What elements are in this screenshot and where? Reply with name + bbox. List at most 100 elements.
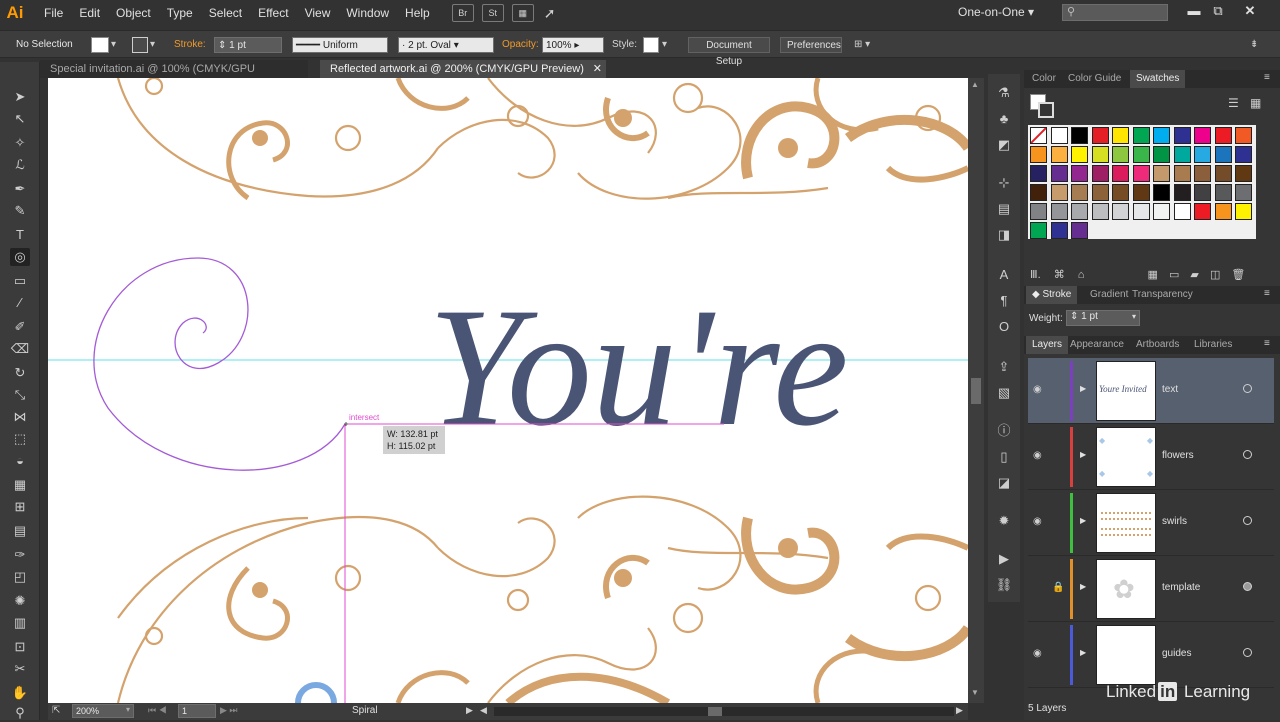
tab-color-guide[interactable]: Color Guide	[1062, 70, 1127, 88]
arrange-icon[interactable]: ⊞ ▾	[854, 37, 870, 53]
target-icon[interactable]	[1243, 450, 1252, 459]
menu-select[interactable]: Select	[201, 0, 250, 26]
menu-edit[interactable]: Edit	[71, 0, 108, 26]
opacity-label[interactable]: Opacity:	[502, 37, 539, 53]
color-swatch[interactable]	[1194, 127, 1211, 144]
graphic-style-swatch[interactable]	[643, 37, 659, 53]
color-swatch[interactable]	[1112, 203, 1129, 220]
expand-icon[interactable]: ▶	[1080, 384, 1086, 393]
brush-definition[interactable]: · 2 pt. Oval ▾	[398, 37, 494, 53]
opentype-icon[interactable]: O	[994, 318, 1014, 336]
swatch-groups-icon[interactable]: ▭	[1169, 269, 1179, 281]
chevron-down-icon[interactable]: ▾	[150, 37, 155, 53]
status-menu-icon[interactable]: ▶	[466, 705, 473, 716]
scroll-down-icon[interactable]: ▼	[971, 688, 979, 697]
menu-effect[interactable]: Effect	[250, 0, 296, 26]
menu-window[interactable]: Window	[338, 0, 397, 26]
new-swatch-icon[interactable]: ◫	[1210, 269, 1220, 281]
eye-icon[interactable]: ◉	[1033, 450, 1042, 461]
tab-artboards[interactable]: Artboards	[1130, 336, 1185, 354]
color-swatch[interactable]	[1112, 184, 1129, 201]
color-swatch[interactable]	[1050, 222, 1068, 239]
magic-wand-tool-icon[interactable]: ✧	[10, 134, 30, 152]
chevron-down-icon[interactable]: ▾	[126, 705, 130, 714]
stroke-label[interactable]: Stroke:	[174, 37, 206, 53]
target-icon[interactable]	[1243, 384, 1252, 393]
chevron-down-icon[interactable]: ▾	[1132, 312, 1136, 321]
delete-icon[interactable]: 🗑	[1231, 269, 1245, 281]
color-swatch[interactable]	[1030, 127, 1047, 144]
layer-name[interactable]: guides	[1162, 648, 1191, 659]
lock-icon[interactable]: 🔒	[1052, 582, 1064, 593]
layer-name[interactable]: text	[1162, 384, 1178, 395]
color-swatch[interactable]	[1214, 203, 1232, 220]
color-swatch[interactable]	[1030, 165, 1047, 182]
shape-builder-tool-icon[interactable]: ◒	[10, 452, 30, 470]
artboard-canvas[interactable]: You're intersect W: 132.81 pt H: 115.02 …	[48, 78, 968, 703]
color-swatch[interactable]	[1030, 222, 1047, 239]
menu-view[interactable]: View	[297, 0, 339, 26]
color-swatch[interactable]	[1091, 184, 1109, 201]
color-swatch[interactable]	[1235, 165, 1252, 182]
new-folder-icon[interactable]: ▰	[1190, 269, 1198, 281]
color-swatch[interactable]	[1112, 146, 1129, 163]
color-swatch[interactable]	[1173, 184, 1191, 201]
fill-swatch[interactable]	[91, 37, 109, 53]
graphic-styles-icon[interactable]: ◩	[994, 136, 1014, 154]
color-swatch[interactable]	[1194, 165, 1211, 182]
eraser-tool-icon[interactable]: ⌫	[10, 340, 30, 358]
color-swatch[interactable]	[1030, 146, 1047, 163]
color-swatch[interactable]	[1153, 203, 1170, 220]
color-swatch[interactable]	[1235, 146, 1252, 163]
eyedropper-tool-icon[interactable]: ✑	[10, 546, 30, 564]
color-swatch[interactable]	[1235, 127, 1252, 144]
export-icon[interactable]: ⇱	[52, 705, 60, 716]
chevron-down-icon[interactable]: ▾	[662, 37, 667, 53]
expand-icon[interactable]: ▶	[1080, 648, 1086, 657]
search-input[interactable]: ⚲	[1062, 4, 1168, 21]
hand-tool-icon[interactable]: ✋	[10, 684, 30, 702]
stroke-swatch[interactable]	[1038, 102, 1054, 118]
eye-icon[interactable]: ◉	[1033, 648, 1042, 659]
blend-tool-icon[interactable]: ◰	[10, 568, 30, 586]
layer-row-template[interactable]: 🔒 ▶ ✿ template	[1028, 556, 1274, 622]
direct-selection-tool-icon[interactable]: ↖	[10, 110, 30, 128]
target-icon[interactable]	[1243, 648, 1252, 657]
color-swatch[interactable]	[1091, 165, 1109, 182]
width-tool-icon[interactable]: ⋈	[10, 408, 30, 426]
spiral-tool-icon[interactable]: ◎	[10, 248, 30, 266]
links-icon[interactable]: ⛓	[994, 576, 1014, 594]
color-swatch[interactable]	[1153, 127, 1170, 144]
color-swatch[interactable]	[1091, 127, 1109, 144]
brushes-icon[interactable]: ⚗	[994, 84, 1014, 102]
color-swatch[interactable]	[1194, 184, 1211, 201]
color-swatch[interactable]	[1132, 203, 1150, 220]
tab-stroke[interactable]: ◆ Stroke	[1026, 286, 1078, 304]
bridge-button[interactable]: Br	[451, 4, 474, 22]
list-view-icon[interactable]: ☰	[1228, 96, 1239, 110]
weight-field[interactable]: ⇕ 1 pt	[1066, 310, 1140, 326]
tab-reflected-artwork[interactable]: Reflected artwork.ai @ 200% (CMYK/GPU Pr…	[320, 60, 606, 78]
tab-color[interactable]: Color	[1026, 70, 1062, 88]
close-icon[interactable]: ✕	[593, 60, 602, 78]
panel-menu-icon[interactable]: ≡	[1264, 338, 1270, 349]
menu-help[interactable]: Help	[397, 0, 438, 26]
panel-menu-icon[interactable]: ≡	[1264, 288, 1270, 299]
color-swatch[interactable]	[1091, 146, 1109, 163]
curvature-tool-icon[interactable]: ✎	[10, 202, 30, 220]
paragraph-icon[interactable]: ¶	[994, 292, 1014, 310]
color-swatch[interactable]	[1132, 146, 1150, 163]
target-icon[interactable]	[1243, 582, 1252, 591]
layer-row-text[interactable]: ◉ ▶ Youre Invited text	[1028, 358, 1274, 424]
expand-icon[interactable]: ▶	[1080, 582, 1086, 591]
tab-transparency[interactable]: Transparency	[1126, 286, 1199, 304]
restore-button[interactable]: ⧉	[1208, 3, 1228, 21]
color-swatch[interactable]	[1091, 203, 1109, 220]
gpu-performance-icon[interactable]: ➚	[544, 5, 556, 22]
rotate-tool-icon[interactable]: ↻	[10, 364, 30, 382]
expand-icon[interactable]: ▶	[1080, 516, 1086, 525]
color-swatch[interactable]	[1194, 203, 1211, 220]
eye-icon[interactable]: ◉	[1033, 516, 1042, 527]
artboard-nav-last-icon[interactable]: ▶ ⏭	[220, 705, 238, 716]
color-swatch[interactable]	[1071, 146, 1088, 163]
